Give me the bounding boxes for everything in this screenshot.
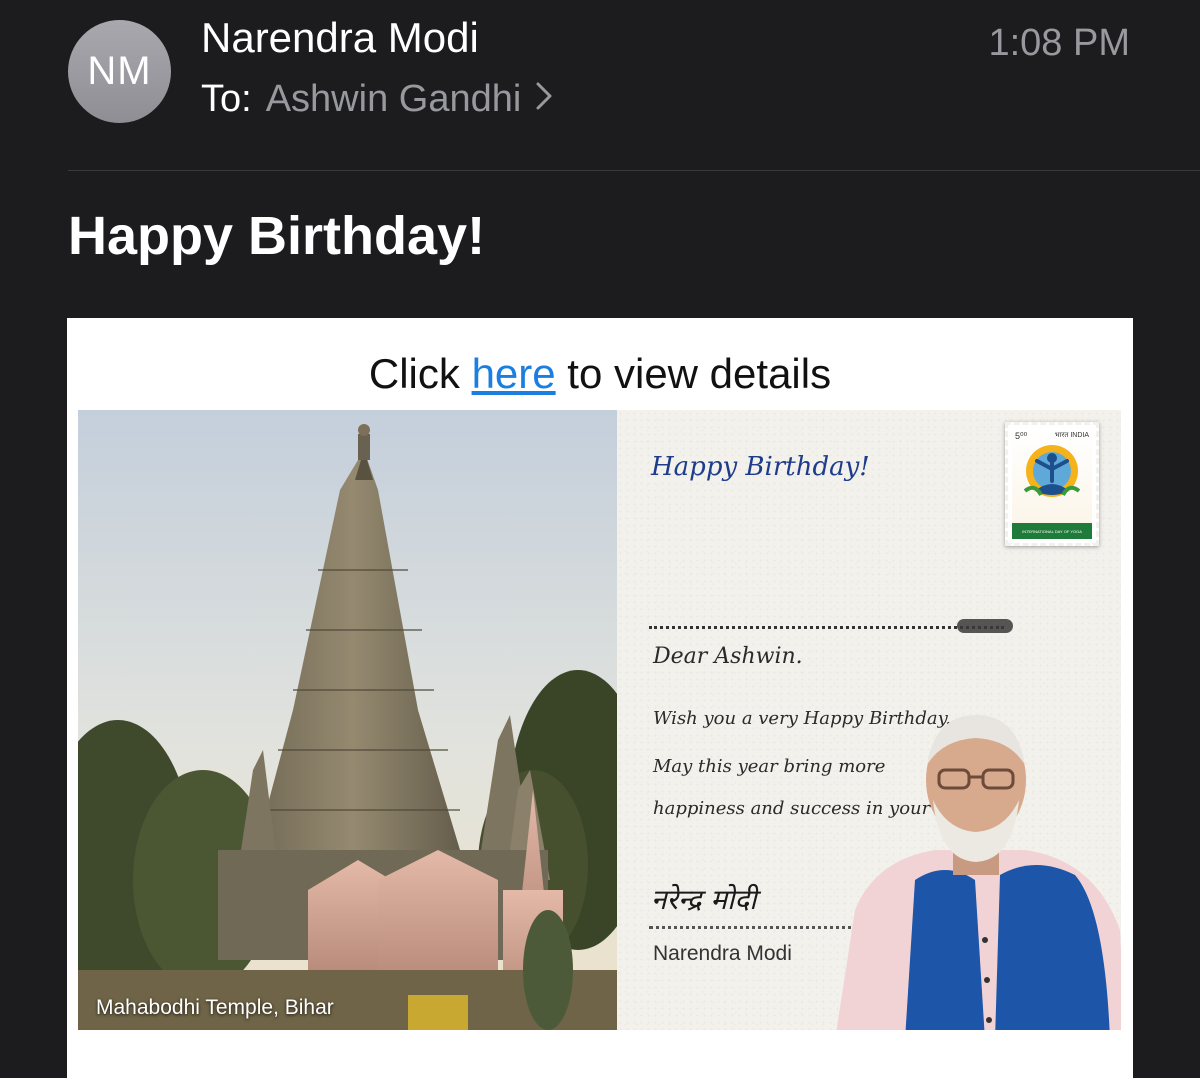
- temple-illustration: [78, 410, 617, 1030]
- address-line: [649, 626, 1004, 629]
- birthday-postcard-image[interactable]: Mahabodhi Temple, Bihar Happy Birthday! …: [78, 410, 1121, 1030]
- yoga-stamp-icon: [1023, 445, 1081, 497]
- chevron-right-icon[interactable]: [535, 78, 553, 121]
- handwritten-signature: नरेन्द्र मोदी: [651, 883, 757, 916]
- postage-stamp: 5⁰⁰ भारत INDIA INTERNATIONAL DAY OF YOGA: [1005, 422, 1099, 546]
- message-header: NM Narendra Modi To: Ashwin Gandhi 1:08 …: [0, 0, 1200, 170]
- recipient-row[interactable]: To: Ashwin Gandhi: [201, 78, 553, 121]
- view-details-link[interactable]: here: [472, 350, 556, 397]
- sender-name[interactable]: Narendra Modi: [201, 14, 479, 62]
- stamp-country: भारत INDIA: [1054, 432, 1089, 439]
- ink-smudge: [957, 619, 1013, 633]
- email-body: Click here to view details Mahabodhi Tem…: [67, 318, 1133, 1078]
- click-suffix: to view details: [567, 350, 832, 397]
- view-details-line: Click here to view details: [67, 350, 1133, 398]
- card-greeting: Happy Birthday!: [651, 452, 870, 482]
- signer-name: Narendra Modi: [653, 942, 792, 965]
- photo-caption: Mahabodhi Temple, Bihar: [96, 996, 334, 1019]
- sender-avatar[interactable]: NM: [68, 20, 171, 123]
- to-label: To:: [201, 78, 252, 120]
- click-prefix: Click: [368, 350, 460, 397]
- message-subject: Happy Birthday!: [68, 206, 486, 266]
- card-salutation: Dear Ashwin.: [653, 644, 803, 669]
- portrait-illustration: [836, 715, 1121, 1030]
- recipient-name[interactable]: Ashwin Gandhi: [266, 78, 522, 121]
- greeting-card: Happy Birthday! 5⁰⁰ भारत INDIA INTERNATI: [617, 410, 1121, 1030]
- stamp-band: INTERNATIONAL DAY OF YOGA: [1012, 523, 1092, 539]
- message-time: 1:08 PM: [988, 22, 1130, 64]
- header-divider: [68, 170, 1200, 171]
- temple-photo: Mahabodhi Temple, Bihar: [78, 410, 617, 1030]
